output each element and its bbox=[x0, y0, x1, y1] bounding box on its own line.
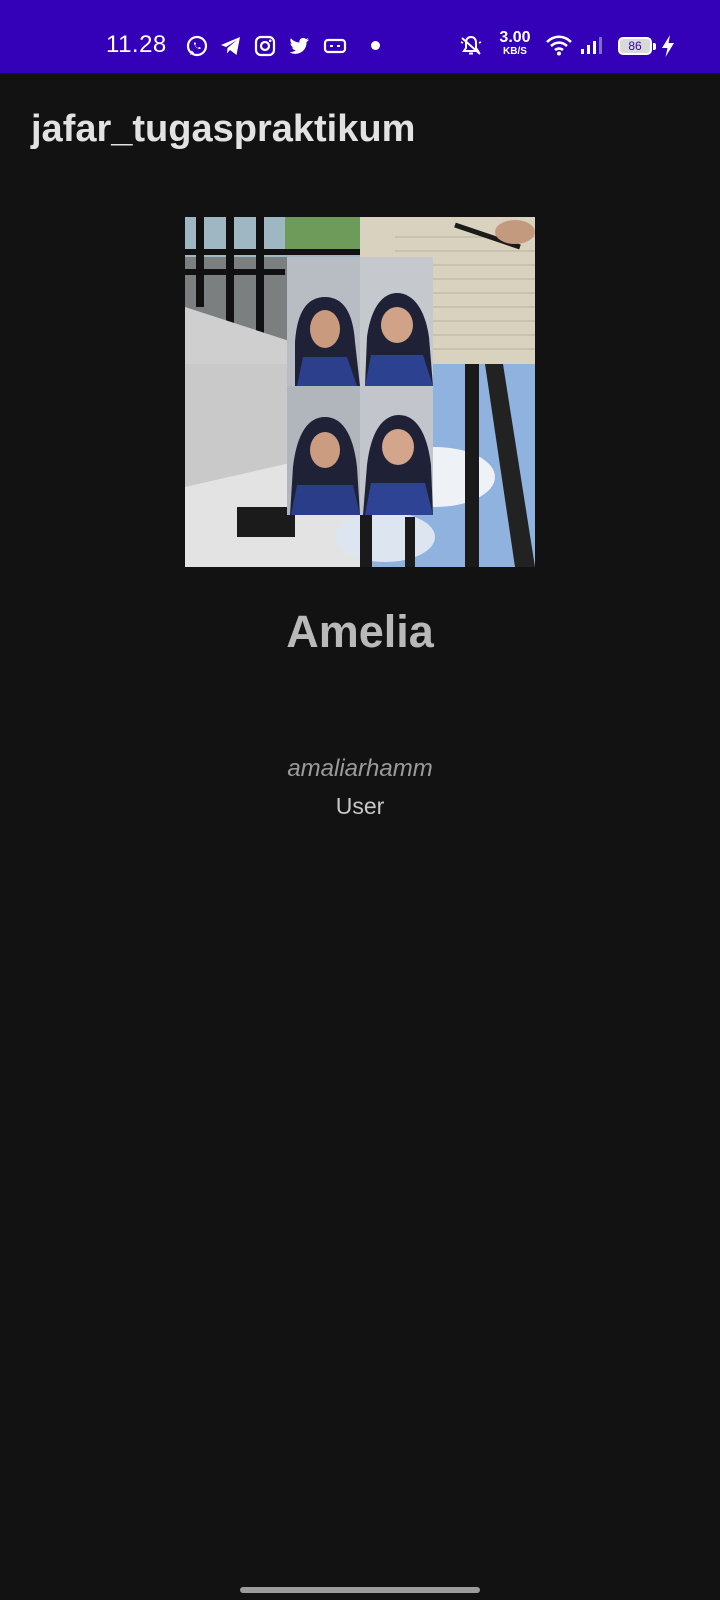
signal-icon bbox=[581, 37, 602, 54]
dot-icon bbox=[371, 41, 380, 50]
instagram-icon bbox=[254, 35, 276, 57]
profile-photo-collage bbox=[185, 217, 535, 567]
profile-role: User bbox=[335, 793, 385, 819]
battery-level: 86 bbox=[628, 39, 642, 53]
twitter-icon bbox=[289, 37, 309, 54]
home-indicator[interactable] bbox=[240, 1587, 480, 1593]
status-bar: 11.28 3.00 KB/S 86 bbox=[0, 0, 720, 73]
network-speed-value: 3.00 bbox=[499, 29, 531, 46]
charging-icon bbox=[662, 35, 674, 57]
wifi-icon bbox=[546, 35, 572, 56]
whatsapp-icon bbox=[186, 35, 208, 57]
battery-icon: 86 bbox=[618, 37, 656, 55]
network-speed-unit: KB/S bbox=[503, 46, 527, 57]
telegram-icon bbox=[221, 37, 240, 55]
network-speed: 3.00 KB/S bbox=[497, 30, 533, 57]
profile-photo bbox=[185, 217, 535, 567]
status-time: 11.28 bbox=[106, 31, 167, 58]
game-controller-icon bbox=[323, 38, 347, 54]
app-bar-title: jafar_tugaspraktikum bbox=[31, 108, 416, 150]
profile-name: Amelia bbox=[286, 606, 434, 657]
profile-username: amaliarhamm bbox=[287, 755, 433, 782]
mute-bell-icon bbox=[460, 35, 482, 55]
